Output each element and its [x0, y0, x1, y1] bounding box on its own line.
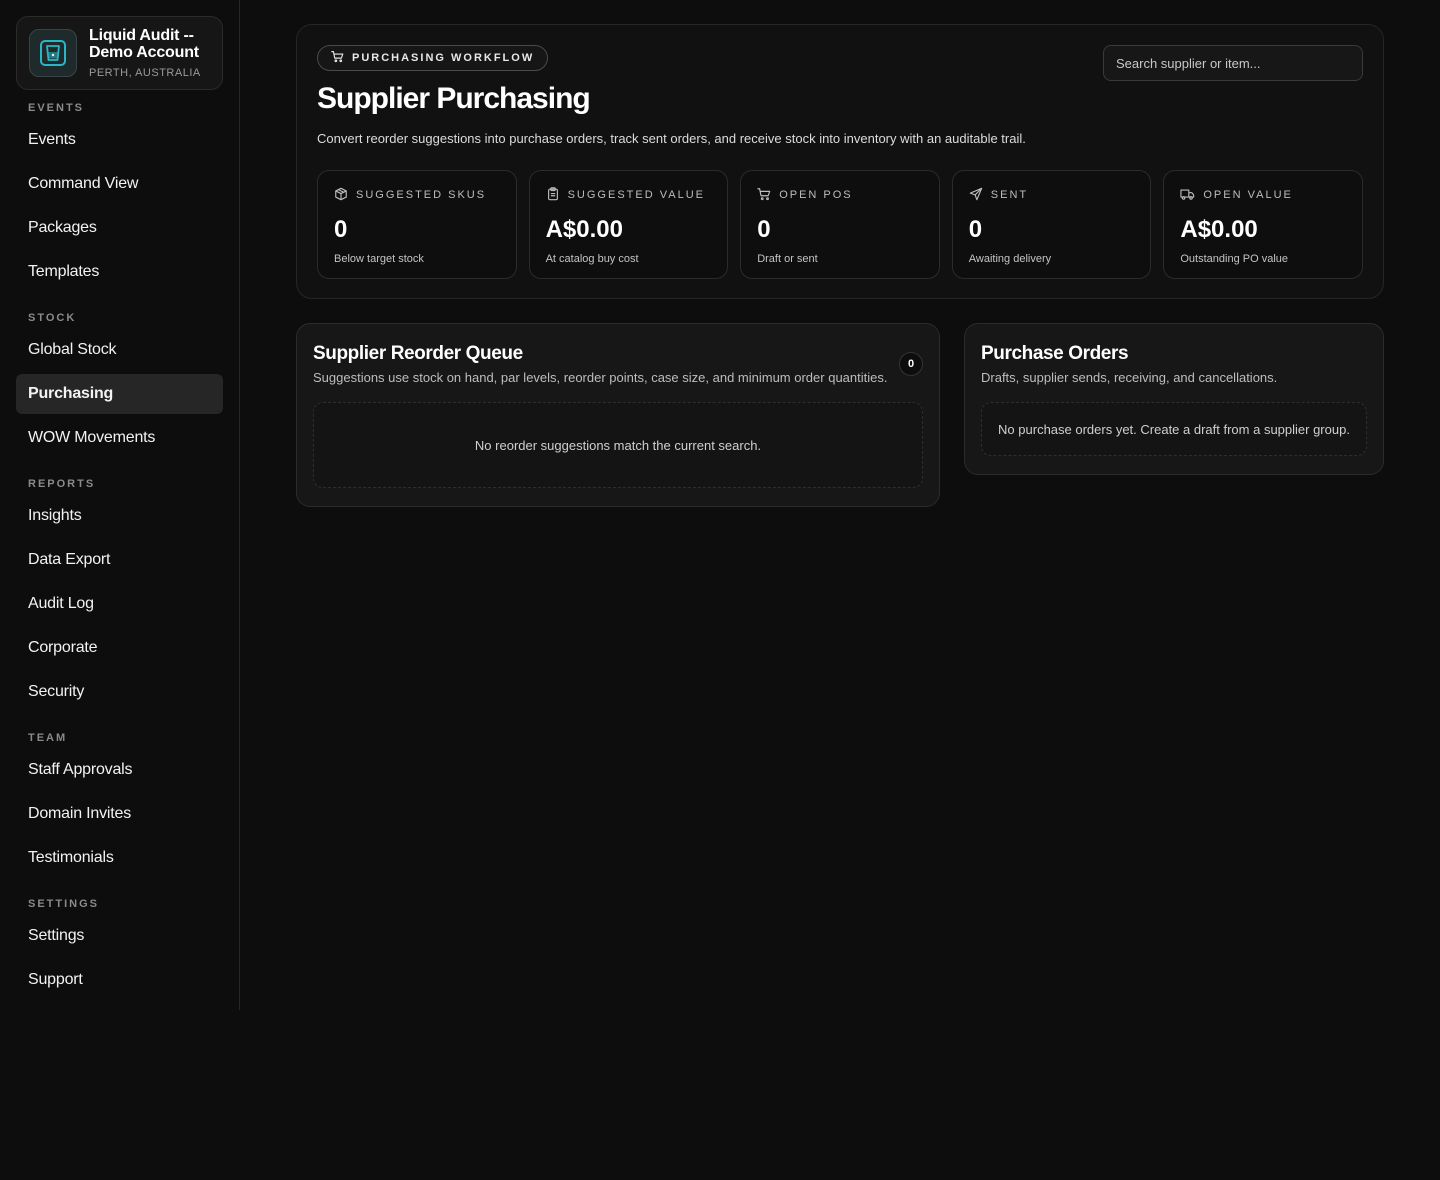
- workflow-pill-label: PURCHASING WORKFLOW: [352, 52, 535, 64]
- sidebar-item-events[interactable]: Events: [16, 120, 223, 160]
- purchase-orders-title: Purchase Orders: [981, 343, 1129, 364]
- nav-section-stock: STOCK: [28, 312, 77, 324]
- stat-value: 0: [968, 216, 983, 243]
- account-location: PERTH, AUSTRALIA: [89, 67, 201, 80]
- stat-card-suggested-value: SUGGESTED VALUE A$0.00 At catalog buy co…: [528, 170, 729, 279]
- stat-label: SENT: [990, 189, 1029, 201]
- sidebar-item-testimonials[interactable]: Testimonials: [16, 838, 223, 878]
- reorder-queue-description: Suggestions use stock on hand, par level…: [313, 370, 888, 385]
- truck-icon: [1180, 187, 1195, 204]
- sidebar-item-domain-invites[interactable]: Domain Invites: [16, 794, 223, 834]
- sidebar: Liquid Audit -- Demo Account PERTH, AUST…: [0, 0, 240, 1010]
- stats-row: SUGGESTED SKUS 0 Below target stock SUGG…: [317, 170, 1363, 279]
- package-icon: [334, 187, 348, 204]
- stat-sub: At catalog buy cost: [545, 253, 639, 265]
- stat-label: OPEN VALUE: [1203, 189, 1293, 201]
- sidebar-item-global-stock[interactable]: Global Stock: [16, 330, 223, 370]
- account-name: Liquid Audit -- Demo Account: [89, 26, 199, 62]
- nav-section-reports: REPORTS: [28, 478, 96, 490]
- purchase-orders-panel: Purchase Orders Drafts, supplier sends, …: [964, 323, 1384, 475]
- page-title: Supplier Purchasing: [317, 82, 591, 115]
- stat-card-suggested-skus: SUGGESTED SKUS 0 Below target stock: [317, 170, 517, 279]
- stat-label: OPEN POS: [779, 189, 853, 201]
- stat-label: SUGGESTED VALUE: [567, 189, 705, 201]
- reorder-count-badge: 0: [899, 352, 923, 376]
- purchase-orders-description: Drafts, supplier sends, receiving, and c…: [981, 370, 1278, 385]
- stat-card-open-pos: OPEN POS 0 Draft or sent: [740, 170, 940, 279]
- cart-icon: [757, 187, 771, 204]
- stat-card-open-value: OPEN VALUE A$0.00 Outstanding PO value: [1163, 170, 1363, 279]
- stat-value: A$0.00: [545, 216, 623, 243]
- stat-sub: Draft or sent: [757, 253, 818, 265]
- stat-sub: Below target stock: [334, 253, 424, 265]
- sidebar-item-security[interactable]: Security: [16, 672, 223, 712]
- nav-section-settings: SETTINGS: [28, 898, 100, 910]
- account-switcher[interactable]: Liquid Audit -- Demo Account PERTH, AUST…: [16, 16, 223, 90]
- workflow-pill: PURCHASING WORKFLOW: [317, 45, 549, 71]
- sidebar-item-support[interactable]: Support: [16, 960, 223, 1000]
- sidebar-item-data-export[interactable]: Data Export: [16, 540, 223, 580]
- sidebar-item-corporate[interactable]: Corporate: [16, 628, 223, 668]
- cart-icon: [331, 50, 344, 66]
- sidebar-item-purchasing[interactable]: Purchasing: [16, 374, 223, 414]
- stat-sub: Outstanding PO value: [1180, 253, 1288, 265]
- stat-sub: Awaiting delivery: [968, 253, 1052, 265]
- sidebar-item-packages[interactable]: Packages: [16, 208, 223, 248]
- sidebar-item-insights[interactable]: Insights: [16, 496, 223, 536]
- purchasing-header-card: PURCHASING WORKFLOW Supplier Purchasing …: [296, 24, 1384, 299]
- search-input[interactable]: [1103, 45, 1363, 81]
- stat-label: SUGGESTED SKUS: [356, 189, 487, 201]
- sidebar-item-staff-approvals[interactable]: Staff Approvals: [16, 750, 223, 790]
- sidebar-item-wow-movements[interactable]: WOW Movements: [16, 418, 223, 458]
- purchase-orders-empty-state: No purchase orders yet. Create a draft f…: [981, 402, 1367, 456]
- stat-value: 0: [757, 216, 771, 243]
- stat-card-sent: SENT 0 Awaiting delivery: [951, 170, 1152, 279]
- sidebar-item-audit-log[interactable]: Audit Log: [16, 584, 223, 624]
- reorder-empty-state: No reorder suggestions match the current…: [313, 402, 923, 488]
- reorder-queue-panel: Supplier Reorder Queue Suggestions use s…: [296, 323, 940, 507]
- stat-value: 0: [334, 216, 348, 243]
- nav-section-team: TEAM: [28, 732, 68, 744]
- cup-icon: [29, 29, 77, 77]
- reorder-queue-title: Supplier Reorder Queue: [313, 343, 523, 364]
- nav-section-events: EVENTS: [28, 102, 85, 114]
- sidebar-item-command-view[interactable]: Command View: [16, 164, 223, 204]
- page-description: Convert reorder suggestions into purchas…: [317, 131, 1026, 146]
- clipboard-icon: [546, 186, 560, 204]
- send-icon: [969, 187, 983, 204]
- stat-value: A$0.00: [1180, 216, 1258, 243]
- sidebar-item-templates[interactable]: Templates: [16, 252, 223, 292]
- sidebar-item-settings[interactable]: Settings: [16, 916, 223, 956]
